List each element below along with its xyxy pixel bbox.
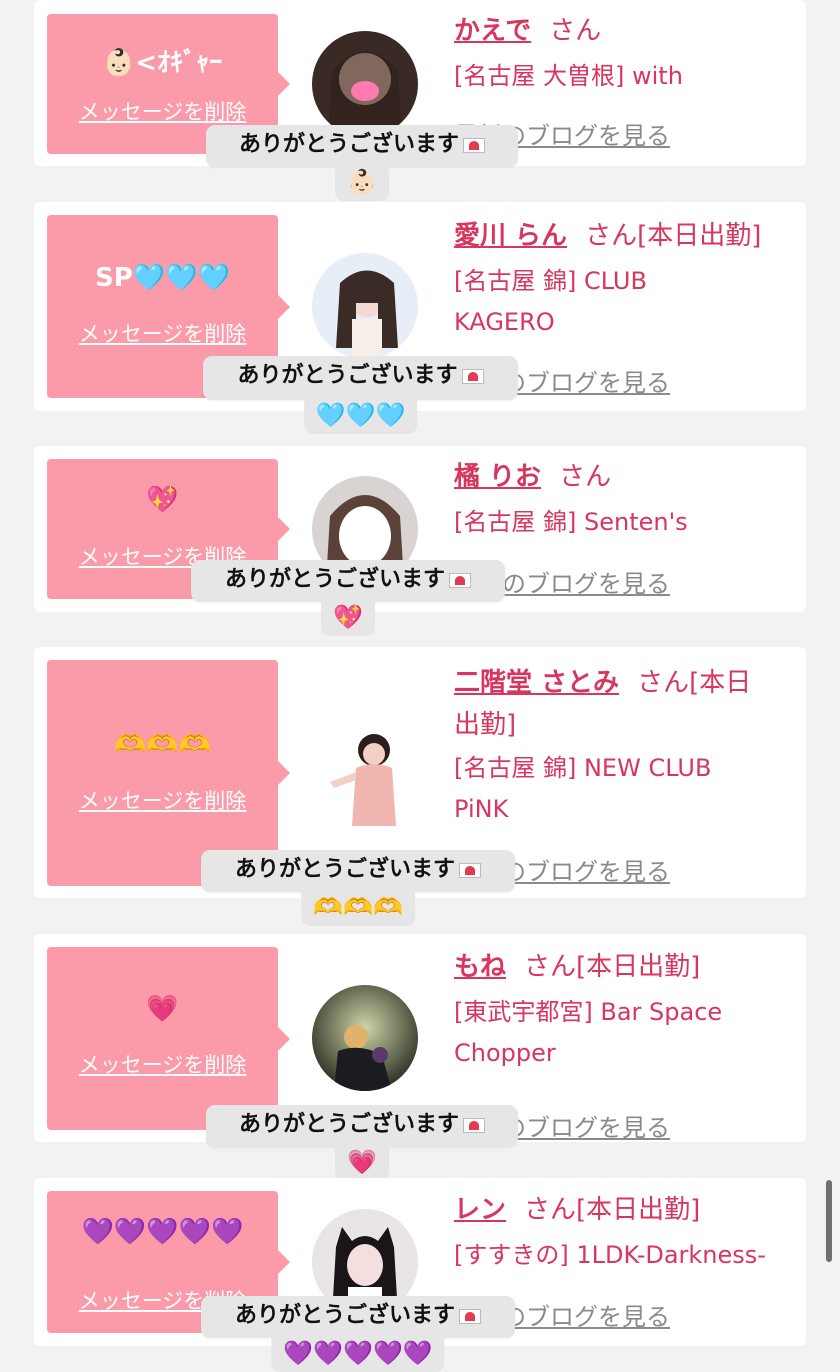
envelope-heart-icon	[463, 1117, 485, 1133]
status-badge: [本日出勤]	[637, 221, 762, 251]
status-badge: [本日出勤]	[576, 1195, 701, 1225]
avatar[interactable]	[312, 720, 418, 826]
message-text: 🫶🫶🫶	[113, 730, 212, 760]
envelope-heart-icon	[449, 572, 471, 588]
honorific: さん	[549, 16, 602, 46]
reaction-emoji: 🩵🩵🩵	[303, 398, 418, 434]
shop-name: [名古屋 錦] CLUB KAGERO	[454, 267, 647, 336]
reaction-text: ありがとうございます	[238, 1112, 459, 1137]
reaction-text: ありがとうございます	[224, 567, 445, 592]
profile-info: 二階堂 さとみ さん[本日出勤] [名古屋 錦] NEW CLUB PiNK 最新…	[454, 662, 794, 886]
reaction-emoji: 💜💜💜💜💜	[271, 1336, 445, 1372]
envelope-heart-icon	[463, 137, 485, 153]
message-text: SP🩵🩵🩵	[95, 263, 230, 293]
reaction-popup: ありがとうございます 💜💜💜💜💜	[201, 1296, 515, 1372]
delete-message-link[interactable]: メッセージを削除	[47, 785, 278, 815]
profile-name-link[interactable]: レン	[454, 1195, 506, 1225]
shop-name: [名古屋 錦] Senten's	[454, 508, 688, 536]
message-text: 💖	[146, 485, 179, 515]
envelope-heart-icon	[461, 368, 484, 384]
delete-message-link[interactable]: メッセージを削除	[47, 1049, 278, 1079]
shop-name: [すすきの] 1LDK-Darkness-	[454, 1241, 766, 1269]
shop-name: [名古屋 錦] NEW CLUB PiNK	[454, 754, 712, 823]
reaction-popup: ありがとうございます 💖	[191, 560, 505, 636]
delete-message-link[interactable]: メッセージを削除	[47, 318, 278, 348]
honorific: さん	[524, 952, 577, 982]
reaction-text: ありがとうございます	[234, 1303, 455, 1328]
profile-info: もね さん[本日出勤] [東武宇都宮] Bar Space Chopper 最新の…	[454, 948, 794, 1142]
reaction-text: ありがとうございます	[237, 363, 458, 388]
honorific: さん	[585, 221, 638, 251]
delete-message-link[interactable]: メッセージを削除	[47, 96, 278, 126]
message-text: 💗	[146, 994, 179, 1024]
envelope-heart-icon	[459, 862, 481, 878]
reaction-text: ありがとうございます	[234, 857, 455, 882]
honorific: さん	[559, 462, 612, 492]
avatar[interactable]	[312, 31, 418, 137]
profile-name-link[interactable]: かえで	[454, 16, 531, 46]
profile-name-link[interactable]: もね	[454, 952, 506, 982]
shop-name: [名古屋 大曽根] with	[454, 62, 683, 90]
reaction-emoji: 💗	[335, 1145, 389, 1181]
profile-name-link[interactable]: 二階堂 さとみ	[454, 668, 619, 698]
reaction-popup: ありがとうございます 🩵🩵🩵	[203, 356, 518, 434]
reaction-emoji: 👶🏻	[335, 165, 389, 201]
honorific: さん	[524, 1195, 577, 1225]
reaction-emoji: 💖	[321, 600, 375, 636]
honorific: さん	[637, 668, 690, 698]
profile-info: かえで さん [名古屋 大曽根] with 最新のブログを見る	[454, 12, 794, 150]
avatar[interactable]	[312, 985, 418, 1091]
shop-name: [東武宇都宮] Bar Space Chopper	[454, 998, 723, 1067]
message-bubble: 💗 メッセージを削除	[47, 947, 290, 1130]
reaction-emoji: 🫶🫶🫶	[301, 890, 415, 926]
avatar[interactable]	[312, 253, 418, 359]
envelope-heart-icon	[459, 1308, 481, 1324]
profile-info: レン さん[本日出勤] [すすきの] 1LDK-Darkness- 最新のブログを…	[454, 1191, 794, 1331]
profile-name-link[interactable]: 愛川 らん	[454, 221, 567, 251]
reaction-popup: ありがとうございます 👶🏻	[206, 125, 518, 201]
scrollbar[interactable]	[826, 1180, 832, 1262]
message-text: 👶🏻<ｵｷﾞｬｰ	[102, 48, 223, 78]
reaction-text: ありがとうございます	[238, 132, 459, 157]
reaction-popup: ありがとうございます 🫶🫶🫶	[201, 850, 515, 926]
reaction-popup: ありがとうございます 💗	[206, 1105, 518, 1181]
profile-name-link[interactable]: 橘 りお	[454, 462, 541, 492]
profile-info: 愛川 らん さん[本日出勤] [名古屋 錦] CLUB KAGERO 最新のブログ…	[454, 217, 794, 397]
status-badge: [本日出勤]	[576, 952, 701, 982]
profile-info: 橘 りお さん [名古屋 錦] Senten's 最新のブログを見る	[454, 458, 794, 598]
message-text: 💜💜💜💜💜	[81, 1217, 244, 1247]
